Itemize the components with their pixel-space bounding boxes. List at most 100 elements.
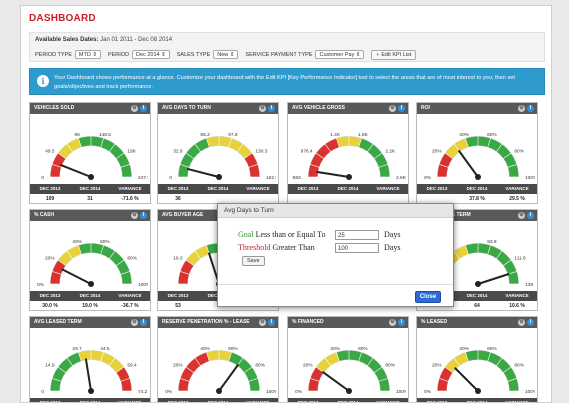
info-icon[interactable]: i — [527, 212, 534, 219]
gear-icon[interactable]: ⚙ — [389, 319, 396, 326]
kpi-title-text: ROI — [421, 105, 430, 111]
goal-unit: Days — [384, 230, 401, 239]
gauge-needle — [84, 358, 92, 392]
chevron-down-icon: ⇕ — [161, 52, 166, 58]
kpi-card: AVG DAYS TO TURN ⚙ i 0 32.6 65.2 97.8 130.3 162.… — [157, 102, 279, 204]
gauge-tick-label: 0 — [41, 389, 44, 395]
info-icon[interactable]: i — [527, 319, 534, 326]
gauge-tick-label: 1.8K — [358, 132, 369, 138]
gauge-tick-label: 100% — [525, 389, 535, 395]
filter-bar: Available Sales Dates: Jan 01 2011 - Dec… — [29, 32, 545, 62]
kpi-title-text: AVG LEASED TERM — [34, 319, 82, 325]
info-icon[interactable]: i — [140, 212, 147, 219]
gauge-tick-label: 20% — [303, 363, 313, 369]
kpi-footer-label: DEC 2013 — [426, 186, 448, 191]
kpi-footer-labels: DEC 2013 DEC 2014 VARIANCE — [417, 184, 537, 194]
period-type-label: PERIOD TYPE — [35, 51, 72, 58]
period-type-select[interactable]: MTD ⇕ — [74, 50, 101, 59]
gauge-needle — [187, 168, 220, 178]
sales-type-value: New — [217, 52, 229, 58]
gauge-tick-label: 14.9 — [45, 363, 55, 369]
gauge-hub — [88, 281, 94, 287]
kpi-title-text: % FINANCED — [292, 319, 324, 325]
threshold-input[interactable]: 100 — [335, 243, 379, 253]
gauge-tick-label: 0 — [169, 175, 172, 181]
gauge-tick-label: 583. — [293, 175, 302, 181]
gear-icon[interactable]: ⚙ — [259, 319, 266, 326]
kpi-footer-label: DEC 2014 — [466, 400, 488, 403]
save-button[interactable]: Save — [242, 256, 265, 266]
dashboard-frame: DASHBOARD Available Sales Dates: Jan 01 … — [20, 5, 552, 403]
kpi-gauge: 0% 20% 40% 60% 80% 100% — [424, 132, 535, 181]
kpi-card-title: % LEASED ⚙ i — [417, 317, 537, 328]
kpi-card-title: VEHICLES SOLD ⚙ i — [30, 103, 150, 114]
service-payment-type-select[interactable]: Customer Pay ⇕ — [315, 50, 365, 59]
sales-type-select[interactable]: New ⇕ — [213, 50, 239, 59]
gauge-tick-label: 976.4 — [301, 149, 313, 155]
gauge-tick-label: 40% — [330, 346, 340, 352]
gauge-tick-label: 130.3 — [255, 149, 267, 155]
kpi-value: 10.6 % — [509, 303, 525, 309]
available-label: Available Sales Dates: — [35, 37, 99, 43]
info-icon[interactable]: i — [398, 105, 405, 112]
kpi-values: 109 31 -71.6 % — [30, 194, 150, 203]
gear-icon[interactable]: ⚙ — [518, 319, 525, 326]
kpi-value: 64 — [474, 303, 480, 309]
gauge-tick-label: 19.3 — [173, 256, 183, 262]
gauge-tick-label: 60% — [487, 346, 497, 352]
info-icon[interactable]: i — [140, 319, 147, 326]
close-button[interactable]: Close — [415, 291, 441, 303]
goal-modal: Avg Days to Turn Goal Less than or Equal… — [217, 203, 454, 307]
gauge-tick-label: 20% — [432, 149, 442, 155]
edit-kpi-button[interactable]: ◐ Edit KPI List — [371, 49, 417, 60]
kpi-value: 109 — [45, 196, 55, 202]
gauge-needle — [454, 367, 479, 392]
kpi-footer-label: VARIANCE — [376, 186, 400, 191]
gear-icon[interactable]: ⚙ — [518, 105, 525, 112]
kpi-value: 53 — [175, 303, 181, 309]
gear-icon[interactable]: ⚙ — [131, 319, 138, 326]
kpi-card-actions: ⚙i — [389, 319, 405, 326]
kpi-footer-label: DEC 2014 — [337, 186, 359, 191]
gauge-tick-label: 40% — [459, 346, 469, 352]
gauge-tick-label: 40% — [200, 346, 210, 352]
kpi-value: 36 — [175, 196, 181, 202]
gauge-tick-label: 60% — [100, 239, 110, 245]
info-icon[interactable]: i — [268, 319, 275, 326]
kpi-title-text: % LEASED — [421, 319, 448, 325]
goal-input[interactable]: 25 — [335, 230, 379, 240]
kpi-footer-label: DEC 2014 — [79, 186, 101, 191]
kpi-footer-label: VARIANCE — [505, 400, 529, 403]
info-icon[interactable]: i — [268, 105, 275, 112]
gauge-tick-label: 65.2 — [200, 132, 210, 138]
kpi-value: 29.5 % — [509, 196, 525, 202]
gauge-tick-label: 0 — [41, 175, 44, 181]
period-value: Dec 2014 — [136, 52, 160, 58]
gear-icon[interactable]: ⚙ — [131, 105, 138, 112]
gauge-tick-label: 20% — [45, 256, 55, 262]
gear-icon[interactable]: ⚙ — [259, 105, 266, 112]
gauge-hub — [88, 388, 94, 394]
modal-divider — [218, 284, 453, 285]
info-icon[interactable]: i — [398, 319, 405, 326]
period-label: PERIOD — [107, 51, 130, 58]
gauge-tick-label: 29.7 — [72, 346, 82, 352]
gear-icon[interactable]: ⚙ — [389, 105, 396, 112]
kpi-card-title: AVG VEHICLE GROSS ⚙ i — [288, 103, 408, 114]
gear-icon[interactable]: ⚙ — [131, 212, 138, 219]
kpi-value: 30.0 % — [42, 303, 58, 309]
info-icon[interactable]: i — [527, 105, 534, 112]
kpi-footer-label: DEC 2014 — [466, 293, 488, 298]
info-icon[interactable]: i — [140, 105, 147, 112]
kpi-card-title: RESERVE PENETRATION % - LEASE ⚙ i — [158, 317, 278, 328]
gauge-tick-label: 80% — [385, 363, 395, 369]
kpi-card-actions: ⚙i — [518, 212, 534, 219]
gear-icon[interactable]: ⚙ — [518, 212, 525, 219]
gauge-tick-label: 44.5 — [100, 346, 110, 352]
period-select[interactable]: Dec 2014 ⇕ — [132, 50, 170, 59]
gauge-needle — [322, 371, 350, 392]
gauge-hub — [216, 388, 222, 394]
gauge-tick-label: 0% — [37, 282, 45, 288]
gauge-tick-label: 2.2K — [385, 149, 396, 155]
kpi-title-text: VEHICLES SOLD — [34, 105, 75, 111]
